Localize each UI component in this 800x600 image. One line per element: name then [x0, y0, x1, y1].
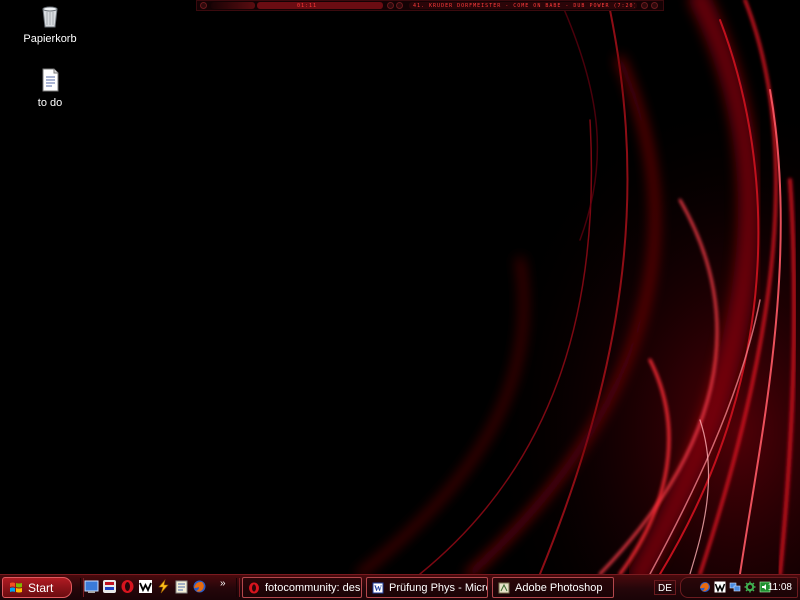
- winamp-icon[interactable]: [714, 581, 726, 593]
- quick-launch-bar: [84, 578, 207, 597]
- show-desktop-icon[interactable]: [84, 579, 99, 594]
- time-text: 01:11: [297, 3, 318, 9]
- start-button[interactable]: Start: [2, 577, 72, 598]
- text-document-icon: [42, 68, 59, 92]
- network-icon[interactable]: [729, 581, 741, 593]
- system-tray: 11:08: [680, 577, 798, 598]
- start-label: Start: [28, 580, 54, 595]
- word-icon: W: [372, 582, 384, 593]
- desktop-icon-to-do[interactable]: to do: [14, 66, 86, 109]
- player-knob-mid2[interactable]: [396, 2, 403, 9]
- task-label: Prüfung Phys - Micros...: [389, 581, 487, 594]
- desktop-icon-recycle-bin[interactable]: Papierkorb: [14, 2, 86, 45]
- track-ticker: 41. KRUDER DORFMEISTER - COME ON BABE - …: [409, 2, 637, 9]
- player-knob-right2[interactable]: [651, 2, 658, 9]
- track-title: 41. KRUDER DORFMEISTER - COME ON BABE - …: [413, 3, 635, 9]
- task-button-word[interactable]: W Prüfung Phys - Micros...: [366, 577, 488, 598]
- quick-launch-chevron[interactable]: »: [220, 578, 226, 589]
- desktop-icon-label: to do: [37, 97, 63, 109]
- flashget-icon[interactable]: [156, 578, 171, 594]
- opera-icon: [249, 582, 259, 593]
- firefox-icon[interactable]: [192, 579, 207, 594]
- photoshop-icon: [498, 582, 510, 593]
- desktop-wallpaper: [0, 0, 800, 574]
- time-display: 01:11: [257, 2, 383, 9]
- task-label: Adobe Photoshop: [515, 581, 603, 594]
- taskbar-separator: [236, 578, 240, 597]
- taskbar: Start » fotocommunity: deskt... W: [0, 574, 800, 600]
- opera-icon[interactable]: [120, 579, 135, 594]
- recycle-bin-icon: [42, 6, 58, 28]
- seek-slider[interactable]: [211, 2, 255, 9]
- notepad-icon[interactable]: [174, 579, 189, 594]
- player-knob-mid[interactable]: [387, 2, 394, 9]
- windows-logo-icon: [10, 582, 22, 592]
- task-button-fotocommunity[interactable]: fotocommunity: deskt...: [242, 577, 362, 598]
- task-label: fotocommunity: deskt...: [265, 581, 361, 594]
- svg-text:W: W: [374, 584, 382, 593]
- clock[interactable]: 11:08: [768, 582, 792, 593]
- player-knob-right[interactable]: [641, 2, 648, 9]
- firefox-icon[interactable]: [699, 581, 711, 593]
- winamp-icon[interactable]: [138, 579, 153, 594]
- language-indicator[interactable]: DE: [654, 580, 676, 595]
- gear-icon[interactable]: [744, 581, 756, 593]
- task-button-photoshop[interactable]: Adobe Photoshop: [492, 577, 614, 598]
- player-knob-left[interactable]: [200, 2, 207, 9]
- media-player-icon[interactable]: [102, 579, 117, 594]
- desktop-icon-label: Papierkorb: [23, 33, 77, 45]
- media-player-bar[interactable]: 01:11 41. KRUDER DORFMEISTER - COME ON B…: [196, 0, 664, 11]
